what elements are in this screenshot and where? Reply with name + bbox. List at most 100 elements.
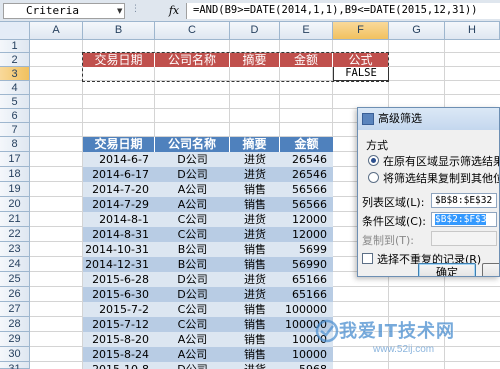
- formula-input[interactable]: =AND(B9>=DATE(2014,1,1),B9<=DATE(2015,12…: [186, 3, 500, 19]
- row-header-2[interactable]: 2: [0, 53, 30, 67]
- table-cell-amount[interactable]: 65166: [280, 287, 333, 302]
- table-cell-summary[interactable]: 进货: [230, 362, 280, 369]
- table-cell-amount[interactable]: 26546: [280, 167, 333, 182]
- table-cell-company[interactable]: D公司: [155, 287, 230, 302]
- column-header-a[interactable]: A: [30, 22, 83, 40]
- advanced-filter-dialog[interactable]: 高级筛选 方式 在原有区域显示筛选结果( 将筛选结果复制到其他位置 列表区域(L…: [357, 107, 500, 277]
- chevron-down-icon[interactable]: ▼: [117, 7, 122, 15]
- row-header-19[interactable]: 19: [0, 182, 30, 197]
- table-cell-amount[interactable]: 12000: [280, 227, 333, 242]
- table-header-company[interactable]: 公司名称: [155, 137, 230, 152]
- table-cell-summary[interactable]: 销售: [230, 302, 280, 317]
- insert-function-button[interactable]: fx: [166, 3, 182, 19]
- radio-copy-to-location[interactable]: [368, 172, 379, 183]
- table-cell-summary[interactable]: 销售: [230, 257, 280, 272]
- table-cell-company[interactable]: D公司: [155, 272, 230, 287]
- row-header-21[interactable]: 21: [0, 212, 30, 227]
- table-header-amount[interactable]: 金额: [280, 137, 333, 152]
- row-header-28[interactable]: 28: [0, 317, 30, 332]
- ok-button[interactable]: 确定: [418, 263, 476, 276]
- table-cell-company[interactable]: B公司: [155, 257, 230, 272]
- table-cell-amount[interactable]: 56566: [280, 182, 333, 197]
- column-header-b[interactable]: B: [83, 22, 155, 40]
- row-header-22[interactable]: 22: [0, 227, 30, 242]
- row-header-26[interactable]: 26: [0, 287, 30, 302]
- table-cell-amount[interactable]: 100000: [280, 302, 333, 317]
- table-cell-date[interactable]: 2014-6-7: [83, 152, 155, 167]
- row-header-17[interactable]: 17: [0, 152, 30, 167]
- table-cell-date[interactable]: 2014-7-20: [83, 182, 155, 197]
- table-cell-company[interactable]: A公司: [155, 182, 230, 197]
- table-cell-date[interactable]: 2014-12-31: [83, 257, 155, 272]
- dialog-titlebar[interactable]: 高级筛选: [358, 108, 499, 130]
- table-header-summary[interactable]: 摘要: [230, 137, 280, 152]
- criteria-header-summary[interactable]: 摘要: [230, 53, 280, 67]
- table-cell-company[interactable]: C公司: [155, 317, 230, 332]
- row-header-4[interactable]: 4: [0, 81, 30, 95]
- table-cell-amount[interactable]: 56566: [280, 197, 333, 212]
- table-cell-date[interactable]: 2014-8-31: [83, 227, 155, 242]
- criteria-formula-cell[interactable]: FALSE: [333, 67, 389, 81]
- column-header-e[interactable]: E: [280, 22, 333, 40]
- column-header-d[interactable]: D: [230, 22, 280, 40]
- table-cell-company[interactable]: C公司: [155, 212, 230, 227]
- table-cell-company[interactable]: D公司: [155, 167, 230, 182]
- row-header-30[interactable]: 30: [0, 347, 30, 362]
- table-cell-company[interactable]: A公司: [155, 197, 230, 212]
- row-header-3[interactable]: 3: [0, 67, 30, 81]
- table-cell-company[interactable]: B公司: [155, 242, 230, 257]
- table-cell-company[interactable]: A公司: [155, 332, 230, 347]
- table-cell-amount[interactable]: 65166: [280, 272, 333, 287]
- radio-filter-in-place[interactable]: [368, 155, 379, 166]
- table-cell-amount[interactable]: 5699: [280, 242, 333, 257]
- table-cell-summary[interactable]: 销售: [230, 347, 280, 362]
- row-header-1[interactable]: 1: [0, 40, 30, 53]
- radio-copy-to-location-label[interactable]: 将筛选结果复制到其他位置: [383, 170, 499, 186]
- row-header-6[interactable]: 6: [0, 109, 30, 123]
- name-box[interactable]: Criteria: [3, 3, 125, 19]
- table-cell-summary[interactable]: 销售: [230, 182, 280, 197]
- table-cell-summary[interactable]: 销售: [230, 332, 280, 347]
- column-header-f[interactable]: F: [333, 22, 389, 40]
- table-cell-company[interactable]: C公司: [155, 227, 230, 242]
- table-header-date[interactable]: 交易日期: [83, 137, 155, 152]
- list-range-input[interactable]: $B$8:$E$32: [431, 193, 497, 208]
- column-header-g[interactable]: G: [389, 22, 445, 40]
- table-cell-amount[interactable]: 26546: [280, 152, 333, 167]
- table-cell-date[interactable]: 2015-8-24: [83, 347, 155, 362]
- table-cell-summary[interactable]: 销售: [230, 197, 280, 212]
- table-cell-date[interactable]: 2015-6-28: [83, 272, 155, 287]
- table-cell-date[interactable]: 2015-7-12: [83, 317, 155, 332]
- criteria-header-formula[interactable]: 公式: [333, 53, 388, 67]
- table-cell-date[interactable]: 2014-6-17: [83, 167, 155, 182]
- table-cell-summary[interactable]: 销售: [230, 242, 280, 257]
- criteria-header-date[interactable]: 交易日期: [83, 53, 155, 67]
- table-cell-company[interactable]: D公司: [155, 152, 230, 167]
- row-header-20[interactable]: 20: [0, 197, 30, 212]
- table-cell-summary[interactable]: 进货: [230, 167, 280, 182]
- table-cell-summary[interactable]: 进货: [230, 227, 280, 242]
- table-cell-date[interactable]: 2014-10-31: [83, 242, 155, 257]
- table-cell-summary[interactable]: 进货: [230, 152, 280, 167]
- row-header-31[interactable]: 31: [0, 362, 30, 369]
- table-cell-date[interactable]: 2015-7-2: [83, 302, 155, 317]
- table-cell-summary[interactable]: 销售: [230, 317, 280, 332]
- table-cell-date[interactable]: 2014-8-1: [83, 212, 155, 227]
- row-header-23[interactable]: 23: [0, 242, 30, 257]
- table-cell-company[interactable]: A公司: [155, 347, 230, 362]
- table-cell-company[interactable]: C公司: [155, 302, 230, 317]
- row-header-5[interactable]: 5: [0, 95, 30, 109]
- table-cell-date[interactable]: 2014-7-29: [83, 197, 155, 212]
- row-header-8[interactable]: 8: [0, 137, 30, 152]
- table-cell-company[interactable]: D公司: [155, 362, 230, 369]
- table-cell-summary[interactable]: 进货: [230, 212, 280, 227]
- table-cell-summary[interactable]: 进货: [230, 272, 280, 287]
- criteria-range-input[interactable]: $B$2:$F$3: [431, 212, 497, 227]
- select-all-corner[interactable]: [0, 22, 30, 40]
- row-header-18[interactable]: 18: [0, 167, 30, 182]
- table-cell-date[interactable]: 2015-10-8: [83, 362, 155, 369]
- criteria-header-amount[interactable]: 金额: [280, 53, 333, 67]
- table-cell-amount[interactable]: 56990: [280, 257, 333, 272]
- column-header-c[interactable]: C: [155, 22, 230, 40]
- unique-records-checkbox[interactable]: [362, 253, 373, 264]
